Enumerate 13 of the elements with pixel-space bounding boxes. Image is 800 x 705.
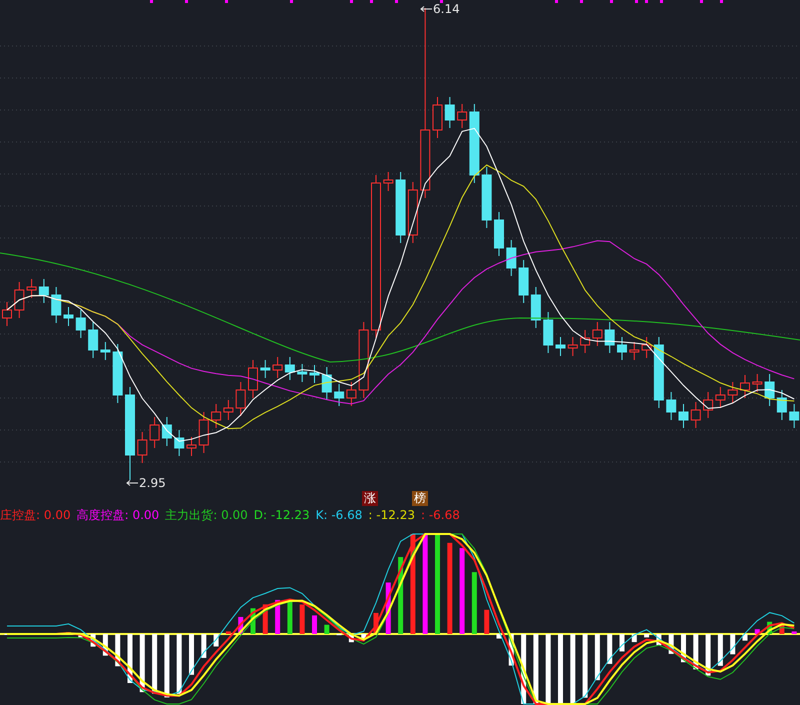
legend-item: K: -6.68 [316,508,362,522]
high-price-label: 6.14 [433,2,460,16]
arrow-icon [126,480,138,486]
legend-item: 高度控盘: 0.00 [76,506,160,524]
signal-marker: 榜 [412,491,428,506]
signal-marker: 涨 [362,491,378,506]
legend-item: 主力出货: 0.00 [165,506,248,524]
legend-item: : -12.23 [368,508,415,522]
arrow-icon [420,6,432,12]
low-price-label: 2.95 [139,476,166,490]
legend-item: : -6.68 [420,508,460,522]
legend-item: D: -12.23 [254,508,310,522]
legend-item: 庄控盘: 0.00 [0,506,71,524]
